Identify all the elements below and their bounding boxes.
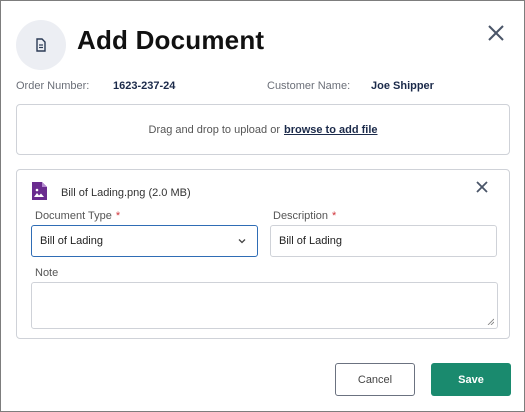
- customer-name-value: Joe Shipper: [371, 80, 434, 92]
- customer-name-label: Customer Name:: [267, 80, 351, 92]
- document-type-value: Bill of Lading: [40, 235, 103, 247]
- note-textarea[interactable]: [31, 282, 498, 329]
- description-label: Description *: [273, 210, 337, 222]
- dropzone-text: Drag and drop to upload or: [148, 123, 280, 136]
- file-name: Bill of Lading.png (2.0 MB): [61, 187, 191, 199]
- order-number-value: 1623-237-24: [113, 80, 176, 92]
- file-dropzone[interactable]: Drag and drop to upload or browse to add…: [16, 104, 510, 155]
- document-icon: [16, 20, 66, 70]
- dialog-title: Add Document: [77, 25, 265, 55]
- cancel-button[interactable]: Cancel: [335, 363, 415, 396]
- resize-handle-icon[interactable]: [487, 318, 494, 325]
- document-type-label: Document Type *: [35, 210, 121, 222]
- note-label: Note: [35, 267, 59, 279]
- required-marker: *: [332, 210, 337, 222]
- file-card: Bill of Lading.png (2.0 MB) Document Typ…: [16, 169, 510, 339]
- close-icon[interactable]: [485, 22, 507, 44]
- description-input[interactable]: Bill of Lading: [270, 225, 497, 257]
- document-type-select[interactable]: Bill of Lading: [31, 225, 258, 257]
- add-document-dialog: Add Document Order Number: 1623-237-24 C…: [0, 0, 525, 412]
- image-file-icon: [31, 182, 47, 200]
- order-number-label: Order Number:: [16, 80, 90, 92]
- required-marker: *: [115, 210, 121, 222]
- remove-file-icon[interactable]: [475, 180, 489, 194]
- save-button[interactable]: Save: [431, 363, 511, 396]
- chevron-down-icon: [238, 239, 246, 244]
- browse-files-link[interactable]: browse to add file: [284, 124, 378, 136]
